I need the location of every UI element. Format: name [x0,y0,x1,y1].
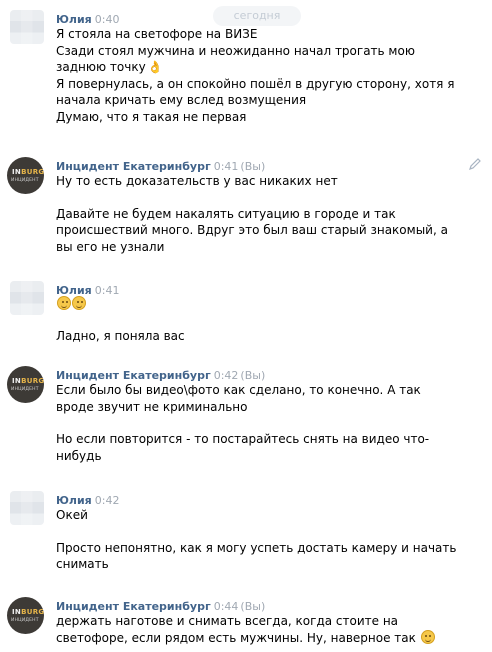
text-line: снимать [56,557,109,571]
avatar[interactable] [10,10,44,44]
text-line: Но если повторится - то постарайтесь сня… [56,432,430,446]
message-group: Юлия 0:40 Я стояла на светофоре на ВИЗЕ С… [0,10,492,140]
smiling-emoji-icon [420,629,435,644]
avatar[interactable] [10,491,44,525]
message-header: Юлия 0:40 [56,10,119,26]
message-text: Ну то есть доказательств у вас никаких н… [56,173,476,255]
avatar-logo-subtext: ИНЦИДЕНТ [11,387,39,392]
text-line: начала кричать ему вслед возмущения [56,93,307,107]
message-header: Юлия 0:42 [56,491,119,507]
you-label: (Вы) [240,160,266,173]
text-line: Думаю, что я такая не первая [56,109,247,124]
avatar-logo-subtext: ИНЦИДЕНТ [11,178,39,183]
message-text: держать наготове и снимать всегда, когда… [56,613,476,646]
you-label: (Вы) [240,369,266,382]
text-line: вроде звучит не криминально [56,399,248,414]
avatar-logo-text: INBURG [12,168,44,176]
message-time[interactable]: 0:42 [95,494,120,507]
pencil-edit-icon[interactable] [468,157,482,171]
text-line: Я стояла на светофоре на ВИЗЕ [56,27,258,41]
laughing-emoji-icon [72,296,86,310]
author-name[interactable]: Инцидент Екатеринбург [56,369,211,382]
text-line: происшествий много. Вдруг это был ваш ст… [56,223,448,237]
text-line: светофоре, если рядом есть мужчины. Ну, … [56,629,476,647]
message-header: Юлия 0:41 [56,281,119,297]
message-text: Окей Просто непонятно, как я могу успеть… [56,507,476,573]
avatar-logo-text: INBURG [12,608,44,616]
text-line: Давайте не будем накалять ситуацию в гор… [56,206,396,221]
text-line: нибудь [56,448,102,463]
author-name[interactable]: Юлия [56,13,92,26]
text-line: Окей [56,508,88,522]
message-header: Инцидент Екатеринбург 0:41 (Вы) [56,157,265,173]
avatar-logo-text: INBURG [12,377,44,385]
text-line: вы его не узнали [56,239,165,254]
message-group: Юлия 0:42 Окей Просто непонятно, как я мо… [0,491,492,576]
message-time[interactable]: 0:44 [214,600,239,613]
author-name[interactable]: Юлия [56,494,92,507]
message-time[interactable]: 0:40 [95,13,120,26]
author-name[interactable]: Инцидент Екатеринбург [56,160,211,173]
ok-hand-icon: 👌 [147,60,163,74]
laughing-emoji-icon [57,296,71,310]
text-line: Сзади стоял мужчина и неожиданно начал т… [56,43,415,58]
message-group: INBURG ИНЦИДЕНТ Инцидент Екатеринбург 0:4… [0,597,492,649]
text-line: Я повернулась, а он спокойно пошёл в дру… [56,76,455,91]
author-name[interactable]: Инцидент Екатеринбург [56,600,211,613]
avatar-logo-subtext: ИНЦИДЕНТ [11,618,39,623]
message-text: Если было бы видео\фото как сделано, то … [56,382,476,464]
message-header: Инцидент Екатеринбург 0:42 (Вы) [56,366,265,382]
avatar[interactable]: INBURG ИНЦИДЕНТ [7,366,44,403]
message-group: Юлия 0:41 Ладно, я поняла вас [0,281,492,351]
text-line: Ладно, я поняла вас [56,329,185,343]
avatar[interactable]: INBURG ИНЦИДЕНТ [7,157,44,194]
message-text: Ладно, я поняла вас [56,296,476,345]
message-time[interactable]: 0:42 [214,369,239,382]
message-time[interactable]: 0:41 [214,160,239,173]
message-text: Я стояла на светофоре на ВИЗЕ Сзади стоя… [56,26,476,125]
text-line [56,296,476,312]
you-label: (Вы) [240,600,266,613]
text-line: Просто непонятно, как я могу успеть дост… [56,540,457,555]
text-line: Ну то есть доказательств у вас никаких н… [56,174,338,188]
message-header: Инцидент Екатеринбург 0:44 (Вы) [56,597,265,613]
message-group: INBURG ИНЦИДЕНТ Инцидент Екатеринбург 0:4… [0,157,492,262]
message-group: INBURG ИНЦИДЕНТ Инцидент Екатеринбург 0:4… [0,366,492,471]
text-line: держать наготове и снимать всегда, когда… [56,614,399,628]
avatar[interactable] [10,281,44,315]
avatar[interactable]: INBURG ИНЦИДЕНТ [7,597,44,634]
text-line: Если было бы видео\фото как сделано, то … [56,383,421,397]
text-line: заднюю точку 👌 [56,60,163,74]
